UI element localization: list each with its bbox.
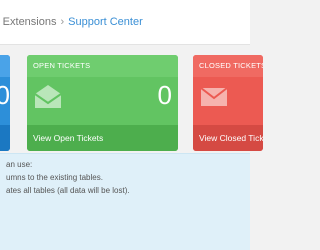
envelope-closed-icon (200, 87, 228, 106)
breadcrumb-separator: › (60, 16, 65, 28)
info-line: ates all tables (all data will be lost). (6, 186, 130, 195)
closed-tickets-card: CLOSED TICKETS View Closed Tickets (193, 55, 263, 151)
card-count: 0 (0, 80, 10, 110)
view-open-tickets-link[interactable]: View Open Tickets (27, 125, 178, 151)
card-title: CLOSED TICKETS (193, 55, 263, 77)
breadcrumb-support-center[interactable]: Support Center (68, 16, 143, 28)
card-title: OPEN TICKETS (27, 55, 178, 77)
breadcrumb-extensions[interactable]: Extensions (3, 16, 57, 28)
view-closed-tickets-link[interactable]: View Closed Tickets (193, 125, 263, 151)
card-header (0, 55, 10, 77)
open-tickets-count: 0 (157, 80, 172, 110)
info-line: an use: (6, 160, 33, 169)
stat-card-blue: 0 (0, 55, 10, 151)
card-footer-link[interactable] (0, 125, 10, 151)
envelope-open-icon (34, 85, 62, 108)
info-panel: an use: umns to the existing tables. ate… (0, 153, 250, 250)
breadcrumb: › Extensions › Support Center (0, 0, 250, 45)
info-line: umns to the existing tables. (6, 173, 103, 182)
open-tickets-card: OPEN TICKETS 0 View Open Tickets (27, 55, 178, 151)
